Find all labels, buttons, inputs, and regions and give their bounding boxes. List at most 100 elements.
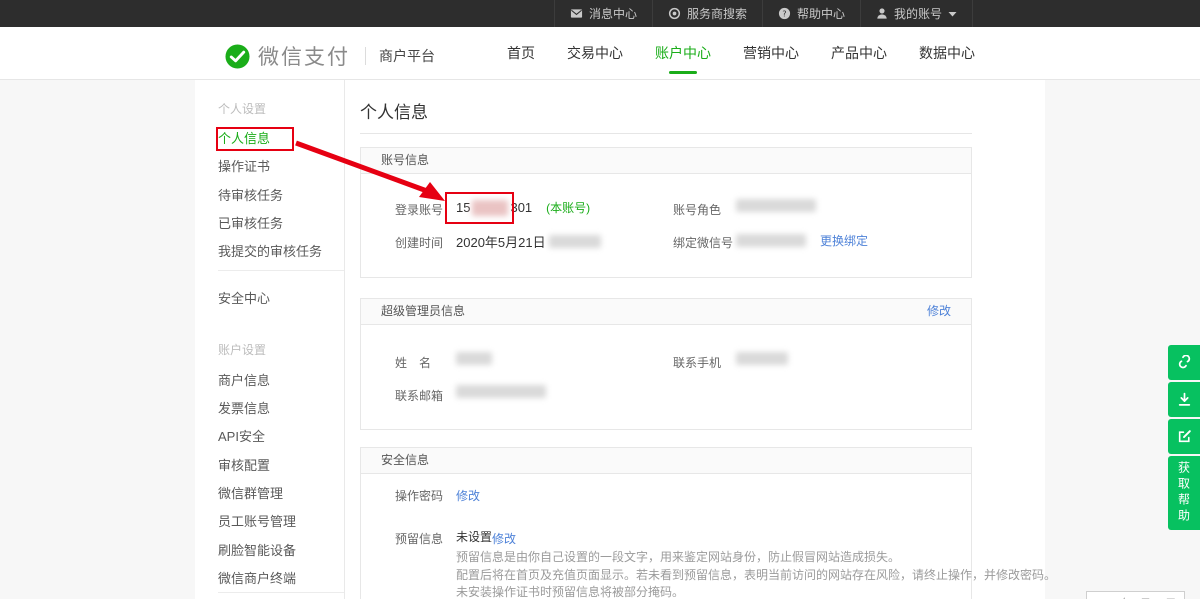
sidebar-item-staff-account-management[interactable]: 员工账号管理 <box>218 511 296 530</box>
super-admin-panel: 超级管理员信息 修改 姓 名 联系手机 联系邮箱 <box>360 298 972 430</box>
redacted-value <box>456 352 492 365</box>
helper-link-button[interactable] <box>1168 345 1200 380</box>
helper-download-button[interactable] <box>1168 382 1200 417</box>
topbar-item-messages[interactable]: 消息中心 <box>554 0 652 27</box>
reserved-info-status: 未设置 <box>456 528 492 545</box>
sidebar: 个人设置 个人信息 操作证书 待审核任务 已审核任务 我提交的审核任务 安全中心… <box>195 80 345 599</box>
nav-item-product-center[interactable]: 产品中心 <box>831 43 887 63</box>
admin-edit-link[interactable]: 修改 <box>927 299 951 324</box>
sidebar-item-reviewed-tasks[interactable]: 已审核任务 <box>218 213 283 232</box>
account-role-label: 账号角色 <box>673 201 721 218</box>
wechat-pay-merchant-platform: 消息中心 服务商搜索 ? 帮助中心 我的账号 微信支付 <box>0 0 1200 599</box>
reserved-edit-link[interactable]: 修改 <box>492 530 516 547</box>
sidebar-item-merchant-info[interactable]: 商户信息 <box>218 370 270 389</box>
sidebar-item-face-pay-devices[interactable]: 刷脸智能设备 <box>218 540 296 559</box>
sidebar-item-pending-review-tasks[interactable]: 待审核任务 <box>218 185 283 204</box>
name-label: 姓 名 <box>395 354 431 371</box>
main-content: 个人信息 账号信息 登录账号 15 301 (本账号) 账号角色 创建时间 20… <box>360 80 972 599</box>
nav-item-transaction-center[interactable]: 交易中心 <box>567 43 623 63</box>
redacted-value <box>736 234 806 247</box>
login-account-prefix: 15 <box>456 200 470 215</box>
topbar: 消息中心 服务商搜索 ? 帮助中心 我的账号 <box>0 0 1200 27</box>
operation-password-label: 操作密码 <box>395 487 443 504</box>
sidebar-item-invoice-info[interactable]: 发票信息 <box>218 398 270 417</box>
login-account-label: 登录账号 <box>395 201 443 218</box>
topbar-item-my-account[interactable]: 我的账号 <box>860 0 973 27</box>
topbar-item-help-center[interactable]: ? 帮助中心 <box>762 0 860 27</box>
security-info-panel-header: 安全信息 <box>361 448 971 474</box>
bound-wechat-value: 更换绑定 <box>736 232 868 249</box>
current-account-tag: (本账号) <box>546 199 590 216</box>
redacted-value <box>472 200 508 216</box>
get-help-button[interactable]: 获取帮助 <box>1168 456 1200 530</box>
helper-feedback-button[interactable] <box>1168 419 1200 454</box>
created-time-label: 创建时间 <box>395 234 443 251</box>
account-info-panel: 账号信息 登录账号 15 301 (本账号) 账号角色 创建时间 2020年5月… <box>360 147 972 278</box>
reserved-info-description: 预留信息是由你自己设置的一段文字，用来鉴定网站身份，防止假冒网站造成损失。 配置… <box>456 549 1056 599</box>
main-nav: 首页 交易中心 账户中心 营销中心 产品中心 数据中心 <box>507 27 975 79</box>
redacted-value <box>736 352 788 365</box>
help-icon: ? <box>778 7 791 20</box>
header: 微信支付 商户平台 首页 交易中心 账户中心 营销中心 产品中心 数据中心 <box>0 27 1200 80</box>
topbar-item-provider-search[interactable]: 服务商搜索 <box>652 0 762 27</box>
edit-icon <box>1177 429 1192 444</box>
caret-down-icon <box>948 11 957 17</box>
sidebar-item-personal-info[interactable]: 个人信息 <box>218 128 270 147</box>
sidebar-item-operation-certificate[interactable]: 操作证书 <box>218 156 270 175</box>
page-title: 个人信息 <box>360 98 428 123</box>
sidebar-item-my-submitted-tasks[interactable]: 我提交的审核任务 <box>218 241 322 260</box>
sidebar-item-wechat-group-management[interactable]: 微信群管理 <box>218 483 283 502</box>
topbar-item-label: 帮助中心 <box>797 5 845 22</box>
redacted-value <box>549 235 601 248</box>
section-title: 安全信息 <box>381 453 429 467</box>
floating-helper-widget: 获取帮助 <box>1168 345 1200 530</box>
rebind-link[interactable]: 更换绑定 <box>820 232 868 249</box>
created-time-text: 2020年5月21日 <box>456 232 546 251</box>
password-edit-link[interactable]: 修改 <box>456 487 480 504</box>
section-title: 超级管理员信息 <box>381 304 465 318</box>
sidebar-divider <box>218 270 344 271</box>
sidebar-group-account-settings: 账户设置 <box>218 341 266 358</box>
download-icon <box>1177 392 1192 407</box>
wechat-pay-logo-icon <box>225 44 250 69</box>
logo-separator <box>365 47 366 65</box>
contact-email-value <box>456 385 546 398</box>
sidebar-item-review-config[interactable]: 审核配置 <box>218 455 270 474</box>
description-line: 配置后将在首页及充值页面显示。若未看到预留信息，表明当前访问的网站存在风险，请终… <box>456 567 1056 585</box>
sidebar-item-api-security[interactable]: API安全 <box>218 426 265 445</box>
sidebar-group-personal-settings: 个人设置 <box>218 100 266 117</box>
super-admin-panel-header: 超级管理员信息 修改 <box>361 299 971 325</box>
topbar-item-label: 消息中心 <box>589 5 637 22</box>
sidebar-item-wechat-merchant-terminal[interactable]: 微信商户终端 <box>218 568 296 587</box>
portal-label: 商户平台 <box>379 46 435 66</box>
logo: 微信支付 商户平台 <box>225 41 435 71</box>
nav-item-account-center[interactable]: 账户中心 <box>655 43 711 63</box>
nav-item-home[interactable]: 首页 <box>507 43 535 63</box>
sidebar-item-security-center[interactable]: 安全中心 <box>218 288 270 307</box>
mail-icon <box>570 7 583 20</box>
sidebar-divider <box>218 592 344 593</box>
nav-item-data-center[interactable]: 数据中心 <box>919 43 975 63</box>
contact-phone-value <box>736 352 788 365</box>
reserved-info-label: 预留信息 <box>395 530 443 547</box>
redacted-value <box>456 385 546 398</box>
nav-item-marketing-center[interactable]: 营销中心 <box>743 43 799 63</box>
login-account-value: 15 301 (本账号) <box>456 199 590 216</box>
bound-wechat-label: 绑定微信号 <box>673 234 733 251</box>
title-divider <box>360 133 972 134</box>
account-role-value <box>736 199 816 212</box>
link-icon <box>1177 355 1192 370</box>
date-stamp: 2020年5月22日 <box>1086 591 1185 599</box>
security-info-panel: 安全信息 操作密码 修改 预留信息 未设置 修改 预留信息是由你自己设置的一段文… <box>360 447 972 599</box>
redacted-value <box>736 199 816 212</box>
topbar-item-label: 我的账号 <box>894 5 942 22</box>
description-line: 未安装操作证书时预留信息将被部分掩码。 <box>456 584 1056 599</box>
name-value <box>456 352 492 365</box>
created-time-value: 2020年5月21日 <box>456 232 601 251</box>
contact-email-label: 联系邮箱 <box>395 387 443 404</box>
section-title: 账号信息 <box>381 153 429 167</box>
search-icon <box>668 7 681 20</box>
user-icon <box>876 7 888 20</box>
login-account-suffix: 301 <box>510 200 532 215</box>
logo-text: 微信支付 <box>258 41 350 71</box>
